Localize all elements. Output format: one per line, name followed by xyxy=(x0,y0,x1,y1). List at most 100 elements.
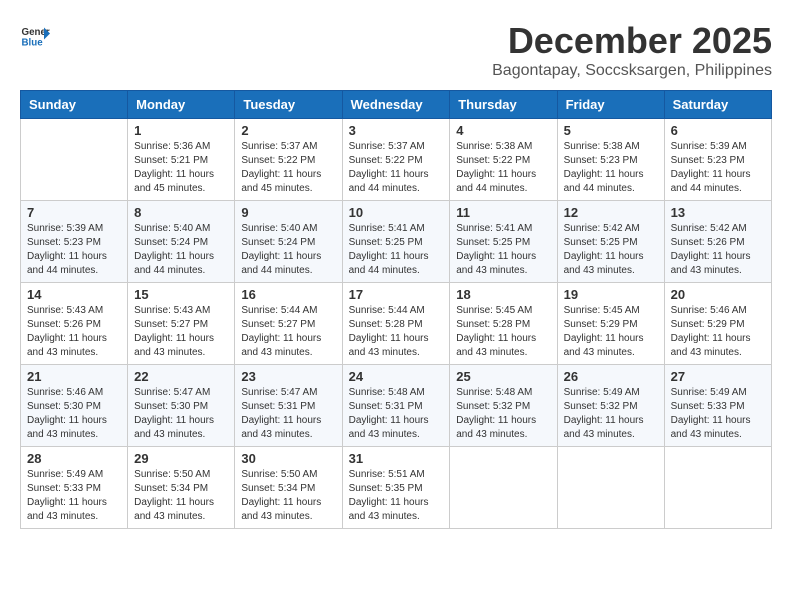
location-title: Bagontapay, Soccsksargen, Philippines xyxy=(492,62,772,80)
day-info: Sunrise: 5:50 AMSunset: 5:34 PMDaylight:… xyxy=(134,468,228,524)
day-number: 17 xyxy=(349,287,444,302)
day-number: 4 xyxy=(456,123,550,138)
day-number: 3 xyxy=(349,123,444,138)
calendar-cell: 3 Sunrise: 5:37 AMSunset: 5:22 PMDaylight… xyxy=(342,119,450,201)
day-number: 18 xyxy=(456,287,550,302)
calendar-cell: 15 Sunrise: 5:43 AMSunset: 5:27 PMDayligh… xyxy=(128,283,235,365)
day-info: Sunrise: 5:45 AMSunset: 5:28 PMDaylight:… xyxy=(456,304,550,360)
day-number: 30 xyxy=(241,451,335,466)
calendar-cell: 25 Sunrise: 5:48 AMSunset: 5:32 PMDayligh… xyxy=(450,365,557,447)
calendar-cell: 21 Sunrise: 5:46 AMSunset: 5:30 PMDayligh… xyxy=(21,365,128,447)
day-number: 14 xyxy=(27,287,121,302)
calendar-cell: 14 Sunrise: 5:43 AMSunset: 5:26 PMDayligh… xyxy=(21,283,128,365)
logo-icon: General Blue xyxy=(20,20,50,50)
day-info: Sunrise: 5:40 AMSunset: 5:24 PMDaylight:… xyxy=(241,222,335,278)
calendar-week-row: 14 Sunrise: 5:43 AMSunset: 5:26 PMDayligh… xyxy=(21,283,772,365)
day-number: 24 xyxy=(349,369,444,384)
weekday-header: Sunday xyxy=(21,91,128,119)
calendar-week-row: 28 Sunrise: 5:49 AMSunset: 5:33 PMDayligh… xyxy=(21,447,772,529)
calendar-cell: 13Sunrise: 5:42 AMSunset: 5:26 PMDayligh… xyxy=(664,201,771,283)
day-info: Sunrise: 5:39 AMSunset: 5:23 PMDaylight:… xyxy=(671,140,765,196)
day-info: Sunrise: 5:49 AMSunset: 5:32 PMDaylight:… xyxy=(564,386,658,442)
calendar-cell: 19Sunrise: 5:45 AMSunset: 5:29 PMDayligh… xyxy=(557,283,664,365)
calendar-cell: 1Sunrise: 5:36 AMSunset: 5:21 PMDaylight… xyxy=(128,119,235,201)
day-number: 31 xyxy=(349,451,444,466)
calendar-table: SundayMondayTuesdayWednesdayThursdayFrid… xyxy=(20,90,772,529)
day-info: Sunrise: 5:47 AMSunset: 5:30 PMDaylight:… xyxy=(134,386,228,442)
calendar-cell xyxy=(557,447,664,529)
day-number: 8 xyxy=(134,205,228,220)
day-info: Sunrise: 5:38 AMSunset: 5:22 PMDaylight:… xyxy=(456,140,550,196)
calendar-cell: 26 Sunrise: 5:49 AMSunset: 5:32 PMDayligh… xyxy=(557,365,664,447)
day-info: Sunrise: 5:39 AMSunset: 5:23 PMDaylight:… xyxy=(27,222,121,278)
calendar-cell: 4 Sunrise: 5:38 AMSunset: 5:22 PMDaylight… xyxy=(450,119,557,201)
calendar-cell xyxy=(21,119,128,201)
calendar-cell: 6Sunrise: 5:39 AMSunset: 5:23 PMDaylight… xyxy=(664,119,771,201)
day-number: 26 xyxy=(564,369,658,384)
day-info: Sunrise: 5:43 AMSunset: 5:26 PMDaylight:… xyxy=(27,304,121,360)
day-number: 19 xyxy=(564,287,658,302)
day-info: Sunrise: 5:42 AMSunset: 5:26 PMDaylight:… xyxy=(671,222,765,278)
day-info: Sunrise: 5:44 AMSunset: 5:27 PMDaylight:… xyxy=(241,304,335,360)
calendar-cell: 8 Sunrise: 5:40 AMSunset: 5:24 PMDaylight… xyxy=(128,201,235,283)
day-number: 15 xyxy=(134,287,228,302)
day-number: 21 xyxy=(27,369,121,384)
day-number: 2 xyxy=(241,123,335,138)
day-info: Sunrise: 5:50 AMSunset: 5:34 PMDaylight:… xyxy=(241,468,335,524)
calendar-cell: 23 Sunrise: 5:47 AMSunset: 5:31 PMDayligh… xyxy=(235,365,342,447)
calendar-cell: 7 Sunrise: 5:39 AMSunset: 5:23 PMDaylight… xyxy=(21,201,128,283)
day-number: 23 xyxy=(241,369,335,384)
day-info: Sunrise: 5:48 AMSunset: 5:32 PMDaylight:… xyxy=(456,386,550,442)
day-info: Sunrise: 5:49 AMSunset: 5:33 PMDaylight:… xyxy=(27,468,121,524)
day-info: Sunrise: 5:46 AMSunset: 5:30 PMDaylight:… xyxy=(27,386,121,442)
calendar-cell: 29 Sunrise: 5:50 AMSunset: 5:34 PMDayligh… xyxy=(128,447,235,529)
day-info: Sunrise: 5:36 AMSunset: 5:21 PMDaylight:… xyxy=(134,140,228,196)
day-info: Sunrise: 5:41 AMSunset: 5:25 PMDaylight:… xyxy=(349,222,444,278)
day-number: 16 xyxy=(241,287,335,302)
day-number: 28 xyxy=(27,451,121,466)
day-info: Sunrise: 5:49 AMSunset: 5:33 PMDaylight:… xyxy=(671,386,765,442)
day-info: Sunrise: 5:43 AMSunset: 5:27 PMDaylight:… xyxy=(134,304,228,360)
calendar-cell: 22Sunrise: 5:47 AMSunset: 5:30 PMDayligh… xyxy=(128,365,235,447)
weekday-header: Tuesday xyxy=(235,91,342,119)
calendar-cell: 31 Sunrise: 5:51 AMSunset: 5:35 PMDayligh… xyxy=(342,447,450,529)
day-info: Sunrise: 5:51 AMSunset: 5:35 PMDaylight:… xyxy=(349,468,444,524)
calendar-cell: 5 Sunrise: 5:38 AMSunset: 5:23 PMDaylight… xyxy=(557,119,664,201)
calendar-week-row: 7 Sunrise: 5:39 AMSunset: 5:23 PMDaylight… xyxy=(21,201,772,283)
calendar-cell: 10 Sunrise: 5:41 AMSunset: 5:25 PMDayligh… xyxy=(342,201,450,283)
calendar-cell: 24 Sunrise: 5:48 AMSunset: 5:31 PMDayligh… xyxy=(342,365,450,447)
weekday-header: Friday xyxy=(557,91,664,119)
page-header: General Blue December 2025 Bagontapay, S… xyxy=(20,20,772,80)
calendar-cell: 20Sunrise: 5:46 AMSunset: 5:29 PMDayligh… xyxy=(664,283,771,365)
calendar-cell: 2 Sunrise: 5:37 AMSunset: 5:22 PMDaylight… xyxy=(235,119,342,201)
day-info: Sunrise: 5:40 AMSunset: 5:24 PMDaylight:… xyxy=(134,222,228,278)
day-info: Sunrise: 5:48 AMSunset: 5:31 PMDaylight:… xyxy=(349,386,444,442)
calendar-cell: 11 Sunrise: 5:41 AMSunset: 5:25 PMDayligh… xyxy=(450,201,557,283)
calendar-cell: 9Sunrise: 5:40 AMSunset: 5:24 PMDaylight… xyxy=(235,201,342,283)
day-info: Sunrise: 5:38 AMSunset: 5:23 PMDaylight:… xyxy=(564,140,658,196)
calendar-header-row: SundayMondayTuesdayWednesdayThursdayFrid… xyxy=(21,91,772,119)
calendar-week-row: 1Sunrise: 5:36 AMSunset: 5:21 PMDaylight… xyxy=(21,119,772,201)
calendar-week-row: 21 Sunrise: 5:46 AMSunset: 5:30 PMDayligh… xyxy=(21,365,772,447)
day-number: 27 xyxy=(671,369,765,384)
day-info: Sunrise: 5:37 AMSunset: 5:22 PMDaylight:… xyxy=(349,140,444,196)
day-info: Sunrise: 5:42 AMSunset: 5:25 PMDaylight:… xyxy=(564,222,658,278)
day-info: Sunrise: 5:41 AMSunset: 5:25 PMDaylight:… xyxy=(456,222,550,278)
day-number: 10 xyxy=(349,205,444,220)
calendar-cell xyxy=(450,447,557,529)
day-number: 5 xyxy=(564,123,658,138)
day-number: 29 xyxy=(134,451,228,466)
calendar-cell: 12 Sunrise: 5:42 AMSunset: 5:25 PMDayligh… xyxy=(557,201,664,283)
day-info: Sunrise: 5:46 AMSunset: 5:29 PMDaylight:… xyxy=(671,304,765,360)
calendar-cell: 30 Sunrise: 5:50 AMSunset: 5:34 PMDayligh… xyxy=(235,447,342,529)
day-info: Sunrise: 5:37 AMSunset: 5:22 PMDaylight:… xyxy=(241,140,335,196)
day-number: 7 xyxy=(27,205,121,220)
day-number: 12 xyxy=(564,205,658,220)
day-info: Sunrise: 5:47 AMSunset: 5:31 PMDaylight:… xyxy=(241,386,335,442)
day-number: 11 xyxy=(456,205,550,220)
calendar-cell: 16 Sunrise: 5:44 AMSunset: 5:27 PMDayligh… xyxy=(235,283,342,365)
day-number: 25 xyxy=(456,369,550,384)
weekday-header: Wednesday xyxy=(342,91,450,119)
calendar-cell xyxy=(664,447,771,529)
month-title: December 2025 xyxy=(492,20,772,62)
